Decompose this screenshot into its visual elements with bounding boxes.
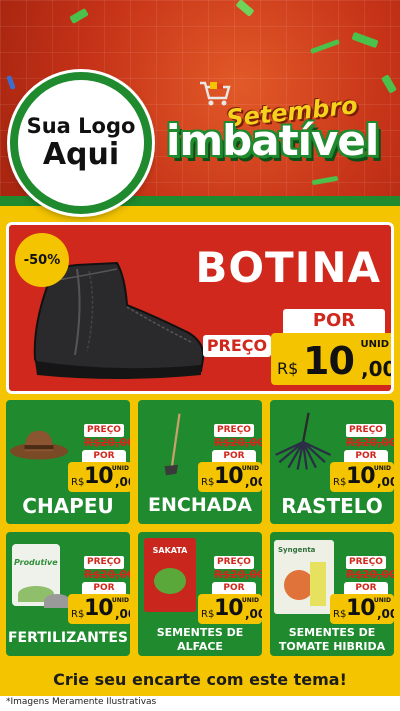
unit-label: UNID xyxy=(373,597,391,604)
unit-label: UNID xyxy=(373,465,391,472)
old-price-label: PREÇO xyxy=(203,335,271,357)
currency-symbol: R$ xyxy=(201,477,215,488)
confetti-decoration xyxy=(310,39,340,54)
product-name-line2: ALFACE xyxy=(177,640,223,653)
confetti-decoration xyxy=(69,8,89,24)
price-integer: 10 xyxy=(346,596,376,621)
new-price-box: R$ 10 ,00 UNID xyxy=(198,594,262,624)
new-price-box: R$ 10 ,00 UNID xyxy=(330,462,394,492)
confetti-decoration xyxy=(351,31,379,49)
footer-cta-text: Crie seu encarte com este tema! xyxy=(53,669,347,689)
rake-image xyxy=(275,412,331,470)
old-price: R$20,00 xyxy=(214,568,264,581)
package-brand: SAKATA xyxy=(152,546,188,555)
old-price: R$20,00 xyxy=(203,359,287,380)
currency-symbol: R$ xyxy=(277,359,299,378)
product-name-line1: SEMENTES DE xyxy=(288,626,376,639)
product-name: RASTELO xyxy=(281,494,383,518)
currency-symbol: R$ xyxy=(333,477,347,488)
product-card-sementes-alface[interactable]: SAKATA PREÇO R$20,00 POR R$ 10 ,00 UNID … xyxy=(136,530,264,658)
discount-badge: -50% xyxy=(15,233,69,287)
logo-text-line2: Aqui xyxy=(42,137,120,173)
price-integer: 10 xyxy=(214,596,244,621)
por-label: POR xyxy=(283,309,385,333)
old-price: R$20,00 xyxy=(84,436,132,449)
old-price: R$20,00 xyxy=(346,436,396,449)
currency-symbol: R$ xyxy=(201,609,215,620)
disclaimer-bar: *Imagens Meramente Ilustrativas xyxy=(0,696,400,711)
fertilizer-pile-image xyxy=(44,594,70,608)
unit-label: UNID xyxy=(111,465,129,472)
confetti-decoration xyxy=(235,0,255,17)
confetti-decoration xyxy=(381,74,397,94)
price-decimal: ,00 xyxy=(115,607,130,621)
price-integer: 10 xyxy=(84,596,114,621)
price-decimal: ,00 xyxy=(115,475,130,489)
price-integer: 10 xyxy=(346,464,376,489)
currency-symbol: R$ xyxy=(333,609,347,620)
currency-symbol: R$ xyxy=(71,477,85,488)
unit-label: UNID xyxy=(241,465,259,472)
package-brand: Syngenta xyxy=(278,546,316,554)
price-decimal: ,00 xyxy=(245,475,262,489)
new-price-box: R$ 10 ,00 UNID xyxy=(198,462,262,492)
package-brand: Produtive xyxy=(14,558,58,567)
featured-product-card[interactable]: -50% BOTINA PREÇO R$20,00 POR R$ 10 ,00 … xyxy=(6,222,394,394)
unit-label: UNID xyxy=(111,597,129,604)
unit-label: UNID xyxy=(360,339,389,350)
price-integer: 10 xyxy=(214,464,244,489)
logo-text-line1: Sua Logo xyxy=(26,113,136,138)
seed-packet-image: Syngenta xyxy=(274,540,334,614)
new-price-box: R$ 10 ,00 UNID xyxy=(330,594,394,624)
price-integer: 10 xyxy=(303,339,355,383)
product-name: FERTILIZANTES xyxy=(7,630,129,646)
currency-symbol: R$ xyxy=(71,609,85,620)
por-label: POR xyxy=(212,582,256,594)
store-logo-placeholder[interactable]: Sua Logo Aqui xyxy=(10,72,152,214)
old-price: R$20,00 xyxy=(214,436,264,449)
product-name-line2: TOMATE HIBRIDA xyxy=(278,640,386,653)
product-name: CHAPEU xyxy=(22,494,114,518)
old-price: R$20,00 xyxy=(84,568,132,581)
product-card-rastelo[interactable]: PREÇO R$20,00 POR R$ 10 ,00 UNID RASTELO xyxy=(268,398,396,526)
por-label: POR xyxy=(344,582,388,594)
por-label: POR xyxy=(212,450,256,462)
old-price: R$20,00 xyxy=(346,568,396,581)
price-decimal: ,00 xyxy=(377,607,394,621)
por-label: POR xyxy=(82,582,126,594)
product-name: ENCHADA xyxy=(148,494,252,516)
product-card-sementes-tomate[interactable]: Syngenta PREÇO R$20,00 POR R$ 10 ,00 UNI… xyxy=(268,530,396,658)
product-card-chapeu[interactable]: PREÇO R$20,00 POR R$ 10 ,00 UNID CHAPEU xyxy=(4,398,132,526)
por-label: POR xyxy=(82,450,126,462)
seed-packet-image: SAKATA xyxy=(144,538,196,612)
new-price-box: R$ 10 ,00 UNID xyxy=(68,462,130,492)
new-price-box: R$ 10 ,00 UNID xyxy=(271,333,394,385)
price-integer: 10 xyxy=(84,464,114,489)
confetti-decoration xyxy=(311,175,339,186)
product-card-fertilizantes[interactable]: Produtive PREÇO R$20,00 POR R$ 10 ,00 UN… xyxy=(4,530,132,658)
footer-cta-bar[interactable]: Crie seu encarte com este tema! xyxy=(0,662,400,696)
hoe-image xyxy=(164,413,181,476)
price-decimal: ,00 xyxy=(377,475,394,489)
price-decimal: ,00 xyxy=(245,607,262,621)
disclaimer-text: *Imagens Meramente Ilustrativas xyxy=(6,697,157,707)
promo-title: imbatível xyxy=(166,116,379,165)
hat-image xyxy=(10,430,68,460)
product-card-enchada[interactable]: PREÇO R$20,00 POR R$ 10 ,00 UNID ENCHADA xyxy=(136,398,264,526)
product-name-line1: SEMENTES DE xyxy=(156,626,244,639)
confetti-decoration xyxy=(6,75,16,90)
featured-product-title: BOTINA xyxy=(195,243,381,292)
unit-label: UNID xyxy=(241,597,259,604)
price-decimal: ,00 xyxy=(361,357,394,381)
new-price-box: R$ 10 ,00 UNID xyxy=(68,594,130,624)
por-label: POR xyxy=(344,450,388,462)
